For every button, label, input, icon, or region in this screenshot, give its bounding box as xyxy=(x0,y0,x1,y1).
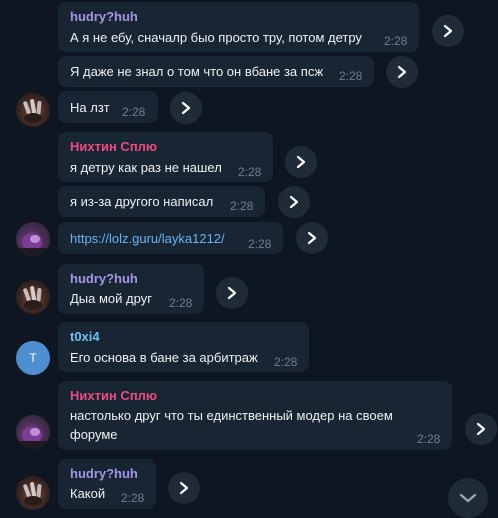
avatar-image xyxy=(16,234,50,256)
forward-arrow-icon xyxy=(443,24,453,38)
message-time: 2:28 xyxy=(339,69,363,83)
avatar-initial: T xyxy=(29,351,37,365)
message-time: 2:28 xyxy=(417,432,441,446)
message-time: 2:28 xyxy=(384,34,408,48)
message-text: Я даже не знал о том что он вбане за псж xyxy=(70,64,324,79)
message-bubble: Я даже не знал о том что он вбане за псж… xyxy=(58,56,374,87)
forward-arrow-icon xyxy=(179,481,189,495)
message-text: А я не ебу, сначалр быо просто тру, пото… xyxy=(70,30,362,45)
message-bubble: hudry?huh Дыа мой друг 2:28 xyxy=(58,264,204,314)
message-bubble: На лзт 2:28 xyxy=(58,91,158,123)
message-bubble: t0xi4 Его основа в бане за арбитраж 2:28 xyxy=(58,322,309,372)
forward-button[interactable] xyxy=(168,472,200,504)
forward-button[interactable] xyxy=(386,56,418,88)
message-text: настолько друг что ты единственный модер… xyxy=(70,408,393,442)
message-text: я из-за другого написал xyxy=(70,194,214,209)
forward-arrow-icon xyxy=(296,155,306,169)
sender-name[interactable]: t0xi4 xyxy=(70,329,100,344)
message-time: 2:28 xyxy=(169,296,193,310)
forward-button[interactable] xyxy=(216,277,248,309)
forward-button[interactable] xyxy=(465,413,497,445)
message-time: 2:28 xyxy=(230,199,254,213)
forward-button[interactable] xyxy=(285,146,317,178)
message-bubble: https://lolz.guru/layka1212/ 2:28 xyxy=(58,222,283,254)
message-bubble: hudry?huh Какой 2:28 xyxy=(58,459,156,509)
message-time: 2:28 xyxy=(248,237,272,251)
avatar[interactable] xyxy=(16,93,50,127)
sender-name[interactable]: Нихтин Сплю xyxy=(70,388,157,403)
avatar[interactable]: T xyxy=(16,341,50,375)
message-text: Дыа мой друг xyxy=(70,291,152,306)
message-text: На лзт xyxy=(70,100,110,115)
message-text: я детру как раз не нашел xyxy=(70,160,222,175)
sender-name[interactable]: hudry?huh xyxy=(70,271,138,286)
forward-arrow-icon xyxy=(307,231,317,245)
avatar-image xyxy=(23,286,42,310)
message-text: Его основа в бане за арбитраж xyxy=(70,350,258,365)
forward-button[interactable] xyxy=(296,222,328,254)
forward-arrow-icon xyxy=(227,286,237,300)
sender-name[interactable]: Нихтин Сплю xyxy=(70,139,157,154)
forward-arrow-icon xyxy=(181,101,191,115)
message-bubble: Нихтин Сплю я детру как раз не нашел 2:2… xyxy=(58,132,273,182)
scroll-down-button[interactable] xyxy=(448,478,488,518)
avatar[interactable] xyxy=(16,280,50,314)
forward-button[interactable] xyxy=(278,186,310,218)
avatar[interactable] xyxy=(16,222,50,256)
forward-arrow-icon xyxy=(289,195,299,209)
message-time: 2:28 xyxy=(274,355,298,369)
message-time: 2:28 xyxy=(121,491,145,505)
message-time: 2:28 xyxy=(122,105,146,119)
message-bubble: Нихтин Сплю настолько друг что ты единст… xyxy=(58,381,452,450)
message-bubble: hudry?huh А я не ебу, сначалр быо просто… xyxy=(58,2,419,52)
avatar[interactable] xyxy=(16,476,50,510)
avatar[interactable] xyxy=(16,415,50,449)
message-text: Какой xyxy=(70,486,106,501)
avatar-image xyxy=(23,482,42,506)
avatar-image xyxy=(23,99,42,123)
message-bubble: я из-за другого написал 2:28 xyxy=(58,186,265,217)
sender-name[interactable]: hudry?huh xyxy=(70,466,138,481)
sender-name[interactable]: hudry?huh xyxy=(70,9,138,24)
message-time: 2:28 xyxy=(238,165,262,179)
forward-button[interactable] xyxy=(432,15,464,47)
forward-arrow-icon xyxy=(397,65,407,79)
forward-button[interactable] xyxy=(170,92,202,124)
avatar-image xyxy=(16,427,50,449)
message-link[interactable]: https://lolz.guru/layka1212/ xyxy=(70,229,225,248)
forward-arrow-icon xyxy=(476,422,486,436)
chevron-down-icon xyxy=(459,493,477,503)
